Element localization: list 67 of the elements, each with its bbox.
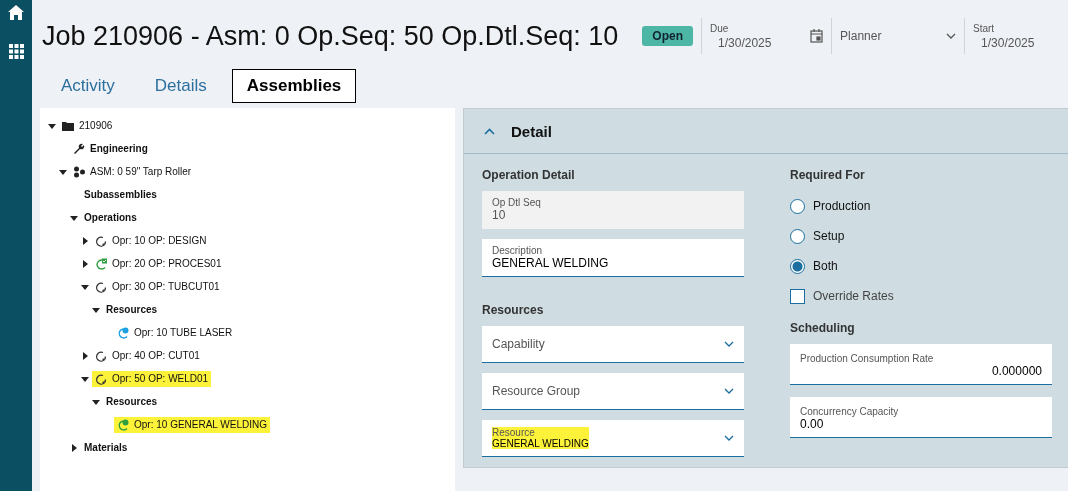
cycle-icon xyxy=(95,280,107,293)
cycle-icon xyxy=(95,349,107,362)
tree-item[interactable]: Opr: 10 OP: DESIGN xyxy=(92,232,210,249)
tree-item[interactable]: Opr: 10 GENERAL WELDING xyxy=(114,416,270,433)
caret-down-icon[interactable] xyxy=(81,282,92,291)
start-date-field[interactable]: Start 1/30/2025 xyxy=(965,22,1068,50)
radio-button[interactable] xyxy=(790,198,805,214)
caret-down-icon[interactable] xyxy=(59,167,70,176)
section-heading: Required For xyxy=(790,168,866,182)
input-field[interactable]: Description GENERAL WELDING xyxy=(482,239,744,277)
dropdown-field[interactable]: Resource GENERAL WELDING xyxy=(482,420,744,457)
caret-down-icon[interactable] xyxy=(81,374,92,383)
radio-button[interactable] xyxy=(790,258,805,274)
section-title: Detail xyxy=(511,122,552,140)
tree-item[interactable]: Opr: 40 OP: CUT01 xyxy=(92,347,203,364)
home-icon[interactable] xyxy=(8,5,24,20)
radio-label: Setup xyxy=(813,229,845,243)
tree-item[interactable]: Opr: 10 TUBE LASER xyxy=(114,324,236,341)
tree-item[interactable]: Resources xyxy=(103,302,161,317)
tree-item[interactable]: Materials xyxy=(81,440,131,455)
tree-item[interactable]: Engineering xyxy=(70,140,151,157)
tree-item[interactable]: Resources xyxy=(103,394,161,409)
apps-grid-icon[interactable] xyxy=(8,44,24,59)
radio-button[interactable] xyxy=(790,228,805,244)
tree-item[interactable]: Operations xyxy=(81,210,140,225)
status-badge: Open xyxy=(642,26,694,46)
tab[interactable]: Details xyxy=(139,69,222,103)
input-field[interactable]: Production Consumption Rate 0.000000 xyxy=(790,344,1052,385)
tree-item[interactable]: Opr: 50 OP: WELD01 xyxy=(92,370,212,387)
cycle-dot-icon xyxy=(117,326,129,339)
cycle-dot-icon xyxy=(117,418,129,431)
planner-dropdown[interactable]: Planner xyxy=(832,29,965,43)
section-heading: Operation Detail xyxy=(482,168,576,182)
chevron-up-icon[interactable] xyxy=(484,127,495,135)
section-heading: Resources xyxy=(482,303,545,317)
chevron-down-icon xyxy=(724,388,734,394)
tab[interactable]: Activity xyxy=(46,69,130,103)
tab[interactable]: Assemblies xyxy=(231,69,357,103)
chevron-down-icon xyxy=(946,33,957,39)
input-field[interactable]: Concurrency Capacity 0.00 xyxy=(790,397,1052,438)
checkbox[interactable] xyxy=(790,288,805,304)
cycle-icon xyxy=(95,372,107,385)
tree-item[interactable]: 210906 xyxy=(59,117,116,134)
section-heading: Scheduling xyxy=(790,321,856,335)
caret-down-icon[interactable] xyxy=(92,397,103,406)
caret-down-icon[interactable] xyxy=(70,213,81,222)
dropdown-field[interactable]: Resource Group xyxy=(482,373,744,410)
wrench-icon xyxy=(73,142,85,155)
page-title: Job 210906 - Asm: 0 Op.Seq: 50 Op.Dtl.Seq: 10 xyxy=(42,20,619,52)
radio-label: Both xyxy=(813,259,838,273)
radio-label: Production xyxy=(813,199,871,213)
chevron-down-icon xyxy=(724,435,734,441)
calendar-icon[interactable] xyxy=(810,29,824,43)
checkbox-label: Override Rates xyxy=(813,289,894,303)
caret-down-icon[interactable] xyxy=(48,121,59,130)
dropdown-field[interactable]: Capability xyxy=(482,326,744,363)
tree-item[interactable]: ASM: 0 59" Tarp Roller xyxy=(70,163,195,180)
tree-item[interactable]: Subassemblies xyxy=(81,187,160,202)
cycle-check-icon xyxy=(95,257,107,270)
tree-item[interactable]: Opr: 20 OP: PROCES01 xyxy=(92,255,225,272)
parts-icon xyxy=(73,165,85,178)
cycle-icon xyxy=(95,234,107,247)
caret-down-icon[interactable] xyxy=(92,305,103,314)
due-date-field[interactable]: Due 1/30/2025 xyxy=(702,22,832,50)
chevron-down-icon xyxy=(724,341,734,347)
folder-icon xyxy=(62,119,74,132)
tree-item[interactable]: Opr: 30 OP: TUBCUT01 xyxy=(92,278,223,295)
